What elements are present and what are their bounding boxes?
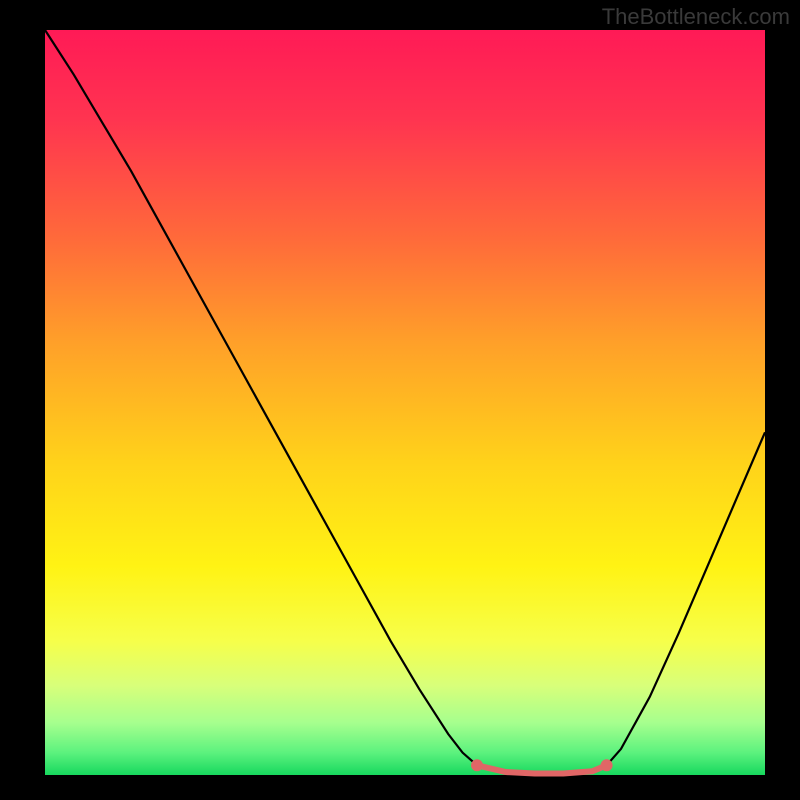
marker-left-endpoint (471, 759, 483, 771)
chart-svg (0, 0, 800, 800)
watermark-text: TheBottleneck.com (602, 4, 790, 30)
chart-frame: TheBottleneck.com (0, 0, 800, 800)
marker-right-endpoint (601, 759, 613, 771)
